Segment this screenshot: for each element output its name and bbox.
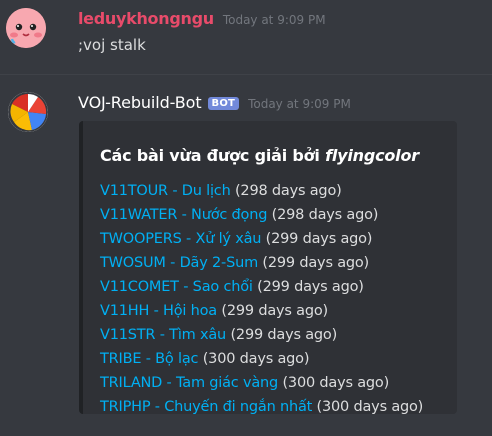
username[interactable]: leduykhongngu <box>78 9 214 28</box>
message-2: VOJ-Rebuild-Bot BOT Today at 9:09 PM Các… <box>0 75 492 436</box>
problem-link[interactable]: TWOSUM - Dãy 2-Sum <box>100 255 258 271</box>
user-avatar[interactable] <box>6 8 46 48</box>
embed-title: Các bài vừa được giải bởi flyingcolor <box>100 146 419 165</box>
problem-link[interactable]: V11STR - Tìm xâu <box>100 327 226 343</box>
problem-item: TRIPHP - Chuyến đi ngắn nhất (300 days a… <box>100 396 423 420</box>
embed-title-prefix: Các bài vừa được giải bởi <box>100 146 326 165</box>
solved-time: (300 days ago) <box>198 351 310 367</box>
problem-link[interactable]: V11WATER - Nước đọng <box>100 207 267 223</box>
problem-item: V11COMET - Sao chổi (299 days ago) <box>100 276 423 300</box>
timestamp: Today at 9:09 PM <box>248 97 351 111</box>
message-content: ;voj stalk <box>78 36 146 54</box>
problem-item: V11WATER - Nước đọng (298 days ago) <box>100 204 423 228</box>
message-1: leduykhongngu Today at 9:09 PM ;voj stal… <box>0 0 492 75</box>
bot-avatar[interactable] <box>8 92 48 132</box>
solved-time: (300 days ago) <box>278 375 390 391</box>
problem-item: TRIBE - Bộ lạc (300 days ago) <box>100 348 423 372</box>
problem-link[interactable]: V11TOUR - Du lịch <box>100 183 231 199</box>
problem-link[interactable]: TRILAND - Tam giác vàng <box>100 375 278 391</box>
problem-item: V11STR - Tìm xâu (299 days ago) <box>100 324 423 348</box>
problem-link[interactable]: TWOOPERS - Xử lý xâu <box>100 231 261 247</box>
problem-link[interactable]: V11HH - Hội hoa <box>100 303 217 319</box>
solved-time: (299 days ago) <box>217 303 329 319</box>
embed-title-user: flyingcolor <box>325 146 419 165</box>
solved-time: (299 days ago) <box>226 327 338 343</box>
username[interactable]: VOJ-Rebuild-Bot <box>78 93 202 112</box>
embed: Các bài vừa được giải bởi flyingcolor V1… <box>79 121 457 415</box>
solved-time: (299 days ago) <box>261 231 373 247</box>
solved-time: (298 days ago) <box>230 183 342 199</box>
problem-link[interactable]: TRIBE - Bộ lạc <box>100 351 198 367</box>
problem-item: TWOSUM - Dãy 2-Sum (299 days ago) <box>100 252 423 276</box>
solved-time: (300 days ago) <box>312 399 424 415</box>
problem-item: V11TOUR - Du lịch (298 days ago) <box>100 180 423 204</box>
problem-item: TWOOPERS - Xử lý xâu (299 days ago) <box>100 228 423 252</box>
timestamp: Today at 9:09 PM <box>222 13 326 27</box>
problem-link[interactable]: V11COMET - Sao chổi <box>100 279 253 295</box>
message-header: leduykhongngu Today at 9:09 PM <box>78 9 326 28</box>
problem-list: V11TOUR - Du lịch (298 days ago) V11WATE… <box>100 180 423 420</box>
problem-item: TRILAND - Tam giác vàng (300 days ago) <box>100 372 423 396</box>
solved-time: (298 days ago) <box>267 207 379 223</box>
problem-item: V11HH - Hội hoa (299 days ago) <box>100 300 423 324</box>
problem-link[interactable]: TRIPHP - Chuyến đi ngắn nhất <box>100 399 312 415</box>
blushing-face-emoji-icon <box>6 8 46 48</box>
solved-time: (299 days ago) <box>258 255 370 271</box>
message-header: VOJ-Rebuild-Bot BOT Today at 9:09 PM <box>78 93 351 112</box>
colorful-segmented-logo-icon <box>8 92 48 132</box>
solved-time: (299 days ago) <box>252 279 364 295</box>
bot-badge: BOT <box>207 97 240 110</box>
